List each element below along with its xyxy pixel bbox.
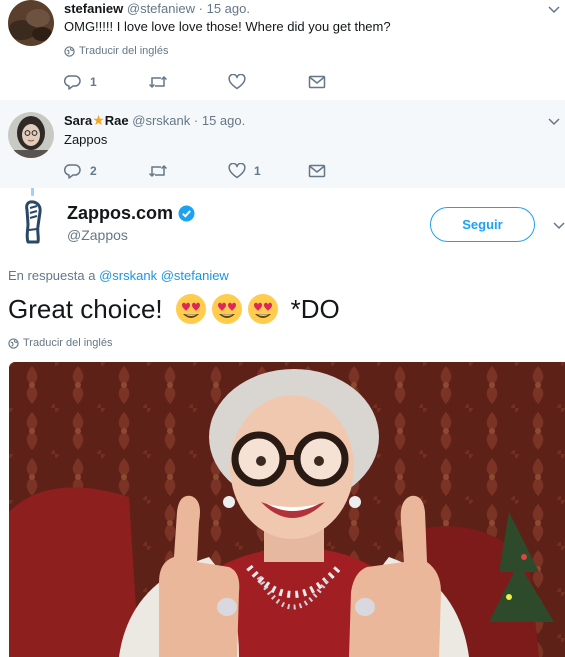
display-name[interactable]: stefaniew <box>64 1 123 16</box>
mention-link[interactable]: @srskank <box>99 268 157 283</box>
chevron-down-icon[interactable] <box>547 114 561 128</box>
heart-eyes-emoji <box>211 294 242 324</box>
envelope-icon <box>308 164 326 178</box>
tweet-text-before: Great choice! <box>8 293 163 324</box>
translate-label: Traducir del inglés <box>23 337 113 349</box>
heart-icon <box>228 163 246 179</box>
heart-icon <box>228 74 246 90</box>
tweet-text: Great choice! *DO <box>8 293 340 325</box>
action-bar: 2 1 <box>64 163 326 179</box>
heart-eyes-emoji <box>247 294 278 324</box>
shoe-logo-icon <box>8 196 58 246</box>
handle[interactable]: @srskank <box>132 113 190 128</box>
avatar[interactable] <box>8 196 58 246</box>
separator-dot: · <box>198 1 203 16</box>
like-count: 1 <box>254 164 261 178</box>
in-reply-prefix: En respuesta a <box>8 268 96 283</box>
heart-eyes-emoji <box>175 294 206 324</box>
timestamp[interactable]: 15 ago. <box>202 113 245 128</box>
verified-badge-icon <box>178 205 195 222</box>
direct-message-button[interactable] <box>308 164 326 178</box>
globe-icon <box>8 337 19 349</box>
follow-button[interactable]: Seguir <box>430 207 535 242</box>
reply-icon <box>64 164 81 179</box>
tweet-text-after: *DO <box>290 293 340 324</box>
action-bar: 1 <box>64 74 326 90</box>
timestamp[interactable]: 15 ago. <box>207 1 250 16</box>
chevron-down-icon[interactable] <box>547 2 561 16</box>
display-name[interactable]: Zappos.com <box>67 203 195 224</box>
avatar[interactable] <box>8 0 54 46</box>
emoji-group <box>175 293 279 325</box>
mention-link[interactable]: @stefaniew <box>161 268 229 283</box>
in-reply-to: En respuesta a @srskank @stefaniew <box>8 268 229 283</box>
translate-link[interactable]: Traducir del inglés <box>64 45 168 57</box>
like-button[interactable] <box>228 74 308 90</box>
avatar[interactable] <box>8 112 54 158</box>
media-image <box>9 362 565 657</box>
translate-label: Traducir del inglés <box>79 45 169 57</box>
reply-tweet[interactable]: stefaniew @stefaniew · 15 ago. OMG!!!!! … <box>0 0 565 100</box>
reply-header: stefaniew @stefaniew · 15 ago. <box>64 1 250 16</box>
handle[interactable]: @Zappos <box>67 227 128 243</box>
direct-message-button[interactable] <box>308 75 326 89</box>
retweet-button[interactable] <box>148 75 228 89</box>
separator-dot: · <box>193 113 199 128</box>
retweet-icon <box>148 164 168 178</box>
like-button[interactable]: 1 <box>228 163 308 179</box>
retweet-button[interactable] <box>148 164 228 178</box>
tweet-text: Zappos <box>64 132 108 147</box>
chevron-down-icon[interactable] <box>552 218 565 232</box>
display-name[interactable]: Sara★Rae <box>64 112 129 128</box>
reply-button[interactable]: 1 <box>64 74 148 90</box>
envelope-icon <box>308 75 326 89</box>
translate-link[interactable]: Traducir del inglés <box>8 337 112 349</box>
reply-count: 2 <box>90 164 97 178</box>
reply-button[interactable]: 2 <box>64 163 148 179</box>
star-icon: ★ <box>92 112 105 128</box>
reply-icon <box>64 75 81 90</box>
reply-tweet[interactable]: Sara★Rae @srskank · 15 ago. Zappos 2 1 <box>0 100 565 188</box>
handle[interactable]: @stefaniew <box>127 1 195 16</box>
retweet-icon <box>148 75 168 89</box>
tweet-text: OMG!!!!! I love love love those! Where d… <box>64 19 391 34</box>
reply-count: 1 <box>90 75 97 89</box>
globe-icon <box>64 45 75 57</box>
tweet-media-gif[interactable] <box>9 362 565 657</box>
reply-header: Sara★Rae @srskank · 15 ago. <box>64 112 245 129</box>
